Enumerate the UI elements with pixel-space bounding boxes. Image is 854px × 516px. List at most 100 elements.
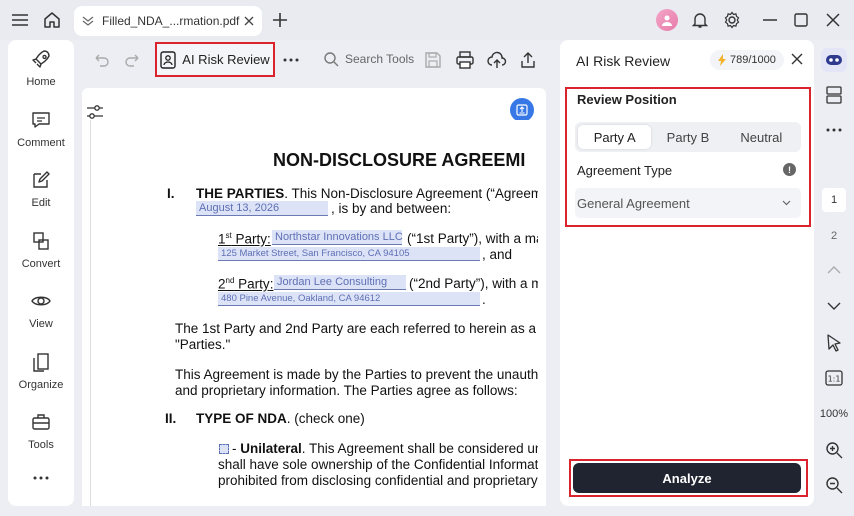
chevron-down-icon (782, 200, 791, 206)
option-line: - Unilateral. This Agreement shall be co… (232, 441, 538, 456)
section-line: TYPE OF NDA. (check one) (196, 411, 365, 426)
document-view[interactable]: NON-DISCLOSURE AGREEMI I. THE PARTIES. T… (82, 88, 546, 506)
date-field[interactable]: August 13, 2026 (196, 201, 328, 216)
edit-icon (33, 171, 50, 188)
party1-name-field[interactable]: Northstar Innovations LLC (272, 230, 403, 245)
section-line: THE PARTIES. This Non-Disclosure Agreeme… (196, 186, 538, 201)
party1-end: , and (482, 247, 513, 262)
ai-assistant-icon[interactable] (821, 48, 847, 72)
layout-icon[interactable] (822, 83, 846, 107)
nav-label: Comment (17, 137, 65, 149)
unilateral-checkbox[interactable] (219, 444, 229, 454)
zoom-level[interactable]: 100% (818, 402, 850, 426)
position-party-a[interactable]: Party A (578, 125, 652, 149)
nav-convert[interactable]: Convert (8, 230, 74, 280)
paragraph-line: This Agreement is made by the Parties to… (175, 367, 538, 382)
chevron-down-icon[interactable] (82, 16, 94, 26)
zoom-out-icon[interactable] (822, 473, 846, 497)
credits-badge: 789/1000 (710, 50, 784, 70)
new-tab-icon[interactable] (268, 8, 292, 32)
party1-address-field[interactable]: 125 Market Street, San Francisco, CA 941… (218, 247, 480, 261)
menu-icon[interactable] (8, 8, 32, 32)
convert-icon (33, 232, 49, 250)
ai-risk-review-label: AI Risk Review (182, 52, 270, 67)
close-panel-icon[interactable] (791, 53, 803, 65)
right-strip: 1 2 1:1 100% (818, 40, 848, 506)
share-icon[interactable] (519, 48, 537, 72)
chevron-up-icon[interactable] (822, 258, 846, 282)
rocket-icon (32, 50, 50, 68)
position-party-b[interactable]: Party B (651, 125, 724, 149)
toolbox-icon (32, 414, 50, 430)
bell-icon[interactable] (688, 8, 712, 32)
comment-icon (32, 112, 50, 128)
page-1-button[interactable]: 1 (822, 188, 846, 212)
review-position-label: Review Position (577, 92, 677, 107)
svg-text:1:1: 1:1 (828, 375, 841, 384)
nav-comment[interactable]: Comment (8, 109, 74, 159)
nav-label: Convert (21, 258, 61, 270)
party1-text: (“1st Party”), with a mai (407, 231, 538, 246)
save-icon[interactable] (424, 48, 442, 72)
gear-icon[interactable] (720, 8, 744, 32)
section-text: . This Non-Disclosure Agreement (“Agreem… (284, 186, 538, 201)
title-bar: Filled_NDA_...rmation.pdf (0, 0, 854, 40)
paragraph-line: and proprietary information. The Parties… (175, 383, 518, 398)
paragraph-line: "Parties." (175, 337, 231, 352)
info-icon[interactable]: ! (783, 163, 796, 176)
export-icon[interactable] (510, 98, 534, 122)
lightning-icon (718, 54, 726, 66)
more-tools-icon[interactable] (283, 48, 299, 72)
home-icon[interactable] (40, 8, 64, 32)
print-icon[interactable] (456, 48, 474, 72)
nav-label: Home (26, 76, 56, 88)
adjust-icon[interactable] (86, 104, 104, 120)
position-neutral[interactable]: Neutral (725, 125, 798, 149)
party2-text: (“2nd Party”), with a ma (409, 276, 538, 291)
ai-risk-review-button[interactable]: AI Risk Review (155, 42, 275, 77)
cursor-icon[interactable] (822, 331, 846, 355)
close-tab-icon[interactable] (244, 16, 254, 26)
nav-organize[interactable]: Organize (8, 351, 74, 401)
left-nav: Home Comment Edit Convert View Organize … (8, 40, 74, 506)
more-icon[interactable] (822, 118, 846, 142)
party-ordinal: 2 (218, 276, 226, 292)
document-tab[interactable]: Filled_NDA_...rmation.pdf (74, 6, 262, 36)
close-window-icon[interactable] (821, 8, 845, 32)
party2-address-field[interactable]: 480 Pine Avenue, Oakland, CA 94612 (218, 292, 480, 306)
party-word: Party (231, 231, 268, 247)
section-text: . (check one) (286, 411, 365, 426)
page-2-button[interactable]: 2 (822, 224, 846, 248)
chevron-down-icon[interactable] (822, 294, 846, 318)
option-heading: Unilateral (240, 441, 302, 456)
zoom-in-icon[interactable] (822, 438, 846, 462)
party2-label: 2nd Party: (218, 276, 274, 292)
ai-doc-icon (160, 50, 176, 69)
undo-icon[interactable] (92, 48, 110, 72)
party-word: Party (234, 276, 270, 292)
analyze-button[interactable]: Analyze (573, 463, 801, 493)
party-ordinal: 1 (218, 231, 226, 247)
minimize-icon[interactable] (758, 8, 782, 32)
nav-tools[interactable]: Tools (8, 411, 74, 461)
nav-edit[interactable]: Edit (8, 169, 74, 219)
maximize-icon[interactable] (789, 8, 813, 32)
search-tools-label: Search Tools (345, 52, 415, 66)
credits-count: 789/1000 (730, 54, 776, 66)
organize-icon (33, 353, 49, 372)
section-heading: THE PARTIES (196, 186, 285, 201)
nav-home[interactable]: Home (8, 48, 74, 98)
search-tools[interactable]: Search Tools (323, 48, 414, 70)
cloud-upload-icon[interactable] (487, 48, 507, 72)
search-icon (324, 52, 339, 67)
actual-size-icon[interactable]: 1:1 (822, 366, 846, 390)
agreement-type-label: Agreement Type (577, 163, 673, 178)
nav-more[interactable] (8, 476, 74, 496)
nav-view[interactable]: View (8, 290, 74, 340)
redo-icon[interactable] (124, 48, 142, 72)
review-position-selector: Party A Party B Neutral (575, 122, 801, 152)
agreement-type-select[interactable]: General Agreement (575, 188, 801, 218)
avatar[interactable] (656, 9, 678, 31)
nav-label: Tools (28, 439, 54, 451)
party2-name-field[interactable]: Jordan Lee Consulting (274, 275, 406, 290)
